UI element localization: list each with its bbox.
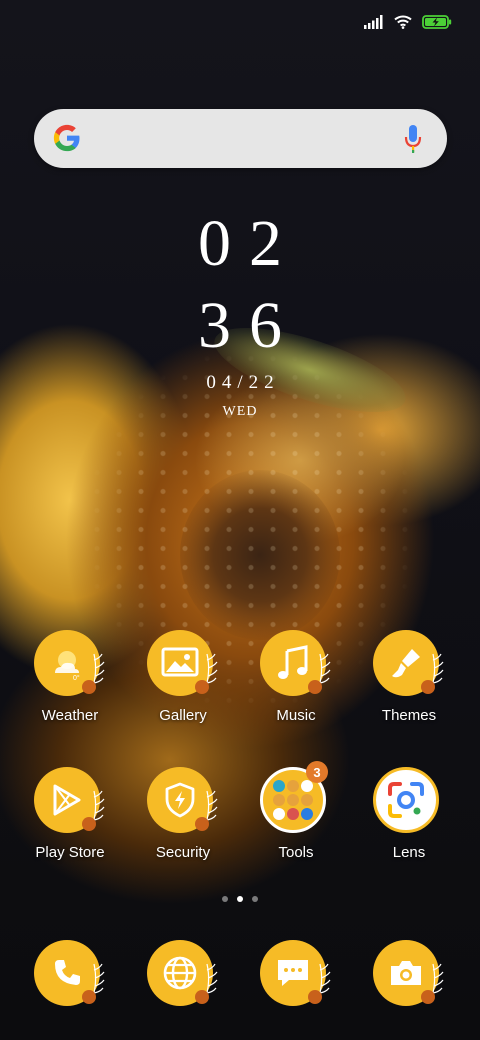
app-icon-wrapper: 0° [34, 630, 106, 702]
page-dot [222, 896, 228, 902]
app-label: Tools [278, 844, 314, 861]
app-themes[interactable]: Themes [359, 630, 459, 724]
dock-messages[interactable] [246, 940, 346, 1012]
music-icon [278, 645, 308, 679]
security-shield-icon [165, 782, 195, 818]
app-icon-wrapper: 3 [260, 761, 332, 839]
dock-phone[interactable] [20, 940, 120, 1012]
app-icon-wrapper [147, 940, 219, 1012]
messages-icon [278, 960, 308, 986]
lens-icon [388, 782, 424, 818]
berry-decor [195, 990, 209, 1004]
app-icon-wrapper [34, 767, 106, 839]
app-icon-wrapper [147, 767, 219, 839]
berry-decor [421, 680, 435, 694]
berry-decor [195, 680, 209, 694]
app-icon-wrapper [373, 940, 445, 1012]
app-lens[interactable]: Lens [359, 767, 459, 861]
svg-text:0°: 0° [73, 674, 80, 682]
berry-decor [308, 680, 322, 694]
app-label: Weather [41, 707, 99, 724]
clock-minutes[interactable]: 36 [0, 288, 480, 364]
microphone-icon[interactable] [403, 123, 423, 155]
wifi-icon [394, 15, 412, 29]
app-label: Play Store [35, 844, 105, 861]
dock-camera[interactable] [359, 940, 459, 1012]
app-icon-wrapper [373, 630, 445, 702]
berry-decor [195, 817, 209, 831]
berry-decor [82, 817, 96, 831]
status-bar [0, 0, 480, 44]
app-tools-folder[interactable]: 3 Tools [246, 761, 346, 861]
clock-date: 04/22 [206, 372, 280, 393]
gallery-icon [161, 647, 199, 677]
app-play-store[interactable]: Play Store [20, 767, 120, 861]
berry-decor [421, 990, 435, 1004]
app-gallery[interactable]: Gallery [133, 630, 233, 724]
app-weather[interactable]: 0° Weather [20, 630, 120, 724]
phone-icon [55, 960, 80, 985]
berry-decor [308, 990, 322, 1004]
app-security[interactable]: Security [133, 767, 233, 861]
page-dot-active [237, 896, 243, 902]
page-dot [252, 896, 258, 902]
weather-icon: 0° [55, 651, 80, 682]
dock-browser[interactable] [133, 940, 233, 1012]
signal-icon [364, 15, 383, 29]
clock-day: WED [222, 404, 258, 419]
page-indicator [0, 896, 480, 902]
app-label: Themes [381, 707, 437, 724]
browser-globe-icon [163, 956, 197, 990]
play-store-icon [53, 784, 81, 816]
clock-hours[interactable]: 02 [0, 206, 480, 282]
google-g-icon [53, 124, 80, 152]
app-music[interactable]: Music [246, 630, 346, 724]
app-label: Security [155, 844, 211, 861]
app-icon-wrapper [260, 940, 332, 1012]
app-label: Music [276, 707, 316, 724]
app-label: Gallery [159, 707, 207, 724]
berry-decor [82, 990, 96, 1004]
app-icon-wrapper [147, 630, 219, 702]
app-icon-wrapper [373, 767, 445, 839]
berry-decor [82, 680, 96, 694]
app-icon-wrapper [260, 630, 332, 702]
themes-brush-icon [392, 649, 420, 678]
app-icon-wrapper [34, 940, 106, 1012]
app-label: Lens [392, 844, 426, 861]
google-search-bar[interactable] [34, 109, 447, 168]
notification-badge: 3 [306, 761, 328, 783]
camera-icon [391, 961, 421, 985]
battery-charging-icon [422, 15, 452, 29]
tools-folder-icon [273, 780, 313, 820]
